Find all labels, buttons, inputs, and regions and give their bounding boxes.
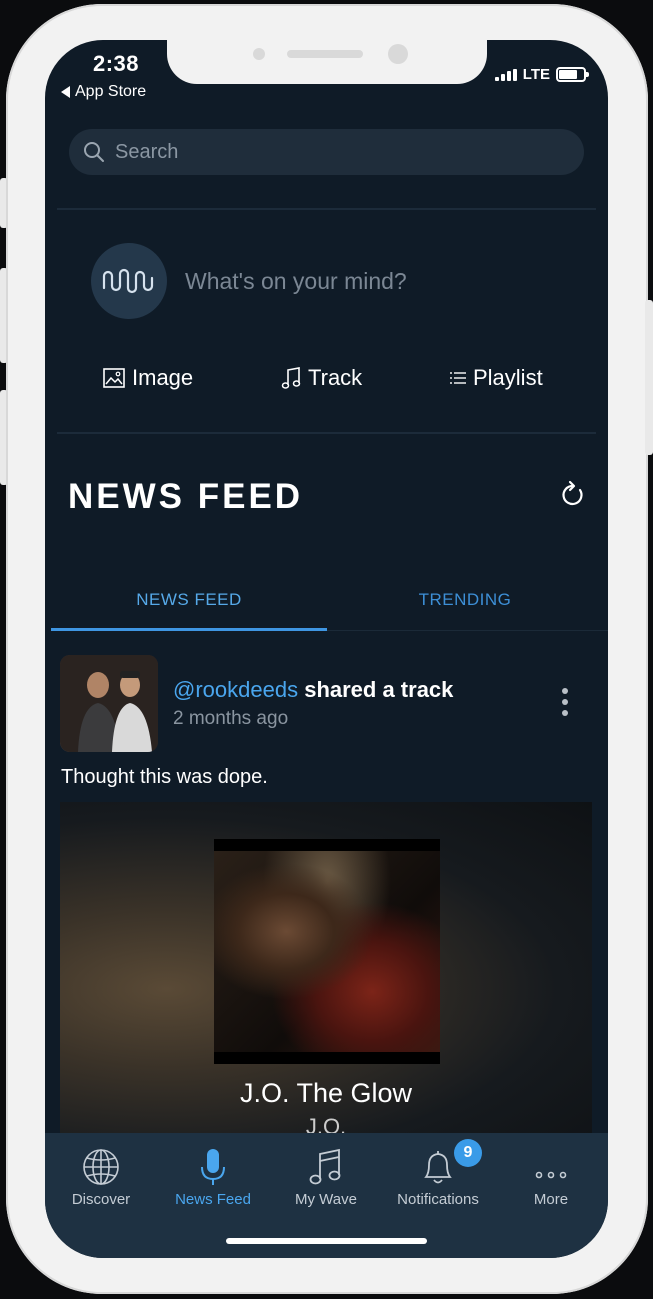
nav-news-feed[interactable]: News Feed [157, 1133, 269, 1213]
post-header: @rookdeeds shared a track [173, 677, 453, 703]
avatar-photo [60, 655, 158, 752]
feed-tabs: NEWS FEED TRENDING [51, 570, 608, 632]
nav-my-wave-label: My Wave [295, 1191, 357, 1208]
tab-news-feed[interactable]: NEWS FEED [51, 570, 327, 630]
music-note-icon [309, 1148, 341, 1185]
divider [57, 432, 596, 434]
back-label: App Store [75, 83, 147, 100]
back-arrow-icon [61, 86, 70, 98]
attach-image-button[interactable]: Image [103, 365, 193, 391]
network-label: LTE [522, 66, 550, 83]
post-timestamp: 2 months ago [173, 708, 289, 729]
nav-discover[interactable]: Discover [45, 1133, 157, 1213]
post-author-avatar[interactable] [60, 655, 158, 752]
page-title: NEWS FEED [68, 477, 304, 516]
attach-playlist-label: Playlist [473, 365, 543, 390]
post-username-link[interactable]: @rookdeeds [173, 677, 298, 702]
front-camera [388, 44, 408, 64]
home-indicator[interactable] [226, 1238, 427, 1244]
attach-track-label: Track [308, 365, 363, 390]
attach-playlist-button[interactable]: Playlist [450, 365, 543, 391]
track-artwork[interactable] [214, 839, 440, 1064]
nav-news-feed-label: News Feed [175, 1191, 251, 1208]
app-screen: 2:38 App Store LTE What's on your mind? [45, 40, 608, 1258]
search-icon [84, 142, 104, 162]
refresh-icon [562, 480, 583, 506]
status-indicators: LTE [494, 66, 589, 83]
composer-actions: Image Track Playlist [45, 365, 608, 401]
artwork-image [214, 851, 440, 1052]
image-icon [103, 368, 125, 388]
track-title: J.O. The Glow [239, 1078, 413, 1108]
search-input[interactable] [115, 140, 515, 164]
nav-discover-label: Discover [71, 1191, 131, 1208]
notch [167, 40, 487, 84]
sensor-dot [253, 48, 265, 60]
soundwave-logo-icon [102, 268, 154, 294]
post-options-button[interactable] [562, 688, 568, 716]
active-tab-indicator [51, 628, 327, 631]
divider [57, 208, 596, 210]
attach-image-label: Image [132, 365, 194, 390]
power-button [645, 300, 653, 455]
tab-trending[interactable]: TRENDING [327, 570, 603, 630]
back-to-app-store[interactable]: App Store [61, 83, 146, 101]
more-dots-icon [535, 1171, 567, 1179]
notification-count-badge: 9 [454, 1139, 482, 1167]
more-vertical-icon [562, 688, 568, 694]
nav-my-wave[interactable]: My Wave [270, 1133, 382, 1213]
list-icon [450, 372, 466, 384]
search-bar[interactable] [69, 129, 584, 175]
shared-track-card[interactable]: J.O. The Glow J.O. [60, 802, 592, 1142]
nav-more-label: More [533, 1191, 569, 1208]
post-action-text: shared a track [304, 677, 454, 702]
battery-icon [556, 67, 589, 82]
speaker-grille [287, 50, 363, 58]
music-note-icon [281, 367, 301, 389]
avatar[interactable] [91, 243, 167, 319]
post-text: Thought this was dope. [61, 766, 268, 788]
status-time: 2:38 [93, 51, 140, 76]
nav-notifications[interactable]: 9 Notifications [382, 1133, 494, 1213]
status-composer-prompt[interactable]: What's on your mind? [185, 268, 407, 295]
nav-more[interactable]: More [495, 1133, 607, 1213]
signal-icon [494, 68, 517, 81]
attach-track-button[interactable]: Track [281, 365, 362, 391]
globe-icon [83, 1149, 119, 1185]
bell-icon [424, 1151, 452, 1184]
refresh-button[interactable] [560, 480, 586, 513]
nav-notifications-label: Notifications [397, 1191, 479, 1208]
microphone-icon [201, 1149, 225, 1185]
